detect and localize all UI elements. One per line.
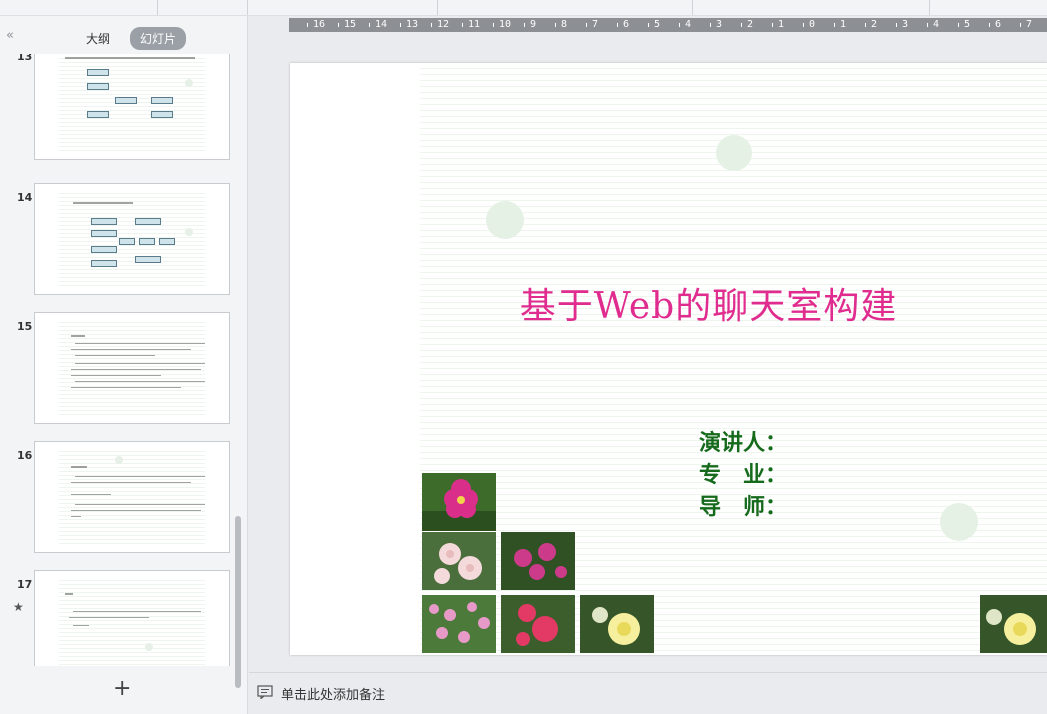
ruler-label: 11 [468, 19, 481, 30]
ruler-tick [338, 23, 339, 27]
toolbar-segment [158, 0, 248, 15]
slide-title[interactable]: 基于Web的聊天室构建 [420, 277, 997, 329]
thumbnail-preview [34, 570, 230, 666]
slide-number: 14 [17, 191, 33, 204]
ruler-tick [307, 23, 308, 27]
ruler-label: 5 [964, 19, 971, 30]
ruler-tick [555, 23, 556, 27]
ruler-label: 15 [344, 19, 357, 30]
view-tabs: 大纲 幻灯片 [76, 27, 187, 50]
ruler-tick [493, 23, 494, 27]
slide-number: 17 [17, 578, 33, 591]
animation-star-icon: ★ [13, 600, 24, 614]
tab-outline[interactable]: 大纲 [76, 27, 120, 50]
ruler-label: 0 [809, 19, 816, 30]
slide-thumbnail-14[interactable]: 14 [0, 183, 244, 301]
ruler-label: 3 [716, 19, 723, 30]
decor-circle [716, 135, 752, 171]
ruler-label: 12 [437, 19, 450, 30]
flower-photo-magenta [501, 532, 575, 590]
tab-slides[interactable]: 幻灯片 [130, 27, 187, 50]
ruler-tick [648, 23, 649, 27]
ruler-label: 4 [685, 19, 692, 30]
speaker-label: 演讲人： [699, 430, 788, 456]
ruler-tick [958, 23, 959, 27]
ruler-label: 2 [747, 19, 754, 30]
thumbnail-preview [34, 183, 230, 295]
slide-number: 16 [17, 449, 33, 462]
ruler-tick [927, 23, 928, 27]
ruler-label: 10 [499, 19, 512, 30]
toolbar-segment [693, 0, 930, 15]
slide-thumbnail-17[interactable]: 17 ★ [0, 570, 244, 666]
advisor-label: 导 师： [699, 494, 788, 520]
horizontal-ruler[interactable]: 16 15 14 13 12 11 10 9 8 7 6 5 4 3 2 1 0 1 2 3 4 5 6 7 [289, 18, 1047, 32]
ruler-label: 5 [654, 19, 661, 30]
ruler-tick [741, 23, 742, 27]
add-slide-button[interactable]: + [113, 678, 131, 700]
flower-photo-pink [422, 473, 496, 531]
ruler-tick [772, 23, 773, 27]
toolbar-segment [248, 0, 438, 15]
ruler-label: 14 [375, 19, 388, 30]
ruler-tick [834, 23, 835, 27]
ruler-label: 2 [871, 19, 878, 30]
ruler-tick [400, 23, 401, 27]
ruler-label: 4 [933, 19, 940, 30]
ruler-tick [710, 23, 711, 27]
ruler-label: 1 [840, 19, 847, 30]
flower-photo-white [422, 532, 496, 590]
ruler-tick [369, 23, 370, 27]
presenter-info[interactable]: 演讲人： 专 业： 导 师： [699, 427, 787, 523]
slide-number: 13 [17, 54, 33, 63]
thumbnail-preview [34, 312, 230, 424]
ruler-label: 7 [1026, 19, 1033, 30]
ruler-label: 1 [778, 19, 785, 30]
slide-thumbnail-16[interactable]: 16 [0, 441, 244, 559]
flower-photo-yellow-right [980, 595, 1047, 653]
ruler-label: 9 [530, 19, 537, 30]
ruler-tick [1020, 23, 1021, 27]
decor-circle [486, 201, 524, 239]
thumbnail-list: 13 14 15 16 17 ★ [0, 54, 244, 666]
ruler-label: 13 [406, 19, 419, 30]
ruler-tick [617, 23, 618, 27]
ruler-tick [462, 23, 463, 27]
ruler-tick [896, 23, 897, 27]
toolbar-segment [438, 0, 693, 15]
ruler-tick [586, 23, 587, 27]
slide-canvas[interactable]: 基于Web的聊天室构建 演讲人： 专 业： 导 师： [290, 63, 1047, 655]
toolbar-segment [0, 0, 158, 15]
flower-photo-bush [422, 595, 496, 653]
flower-photo-yellow [580, 595, 654, 653]
major-label: 专 业： [699, 462, 788, 488]
top-toolbar-strip [0, 0, 1047, 16]
slide-thumbnail-15[interactable]: 15 [0, 312, 244, 430]
slide-number: 15 [17, 320, 33, 333]
flower-photo-red [501, 595, 575, 653]
ruler-tick [989, 23, 990, 27]
ruler-tick [524, 23, 525, 27]
ruler-tick [803, 23, 804, 27]
decor-circle [940, 503, 978, 541]
ruler-label: 6 [995, 19, 1002, 30]
notes-icon [257, 685, 273, 699]
ruler-label: 3 [902, 19, 909, 30]
ruler-tick [431, 23, 432, 27]
notes-placeholder[interactable]: 单击此处添加备注 [281, 684, 385, 703]
ruler-label: 16 [313, 19, 326, 30]
thumbnail-scrollbar[interactable] [235, 516, 241, 688]
ruler-label: 7 [592, 19, 599, 30]
slide-navigation-panel: « 大纲 幻灯片 13 14 15 16 17 ★ + [0, 16, 248, 714]
ruler-label: 6 [623, 19, 630, 30]
ruler-label: 8 [561, 19, 568, 30]
ruler-tick [865, 23, 866, 27]
ruler-tick [679, 23, 680, 27]
slide-thumbnail-13[interactable]: 13 [0, 54, 244, 166]
thumbnail-preview [34, 441, 230, 553]
thumbnail-preview [34, 54, 230, 160]
collapse-panel-icon[interactable]: « [6, 28, 14, 43]
notes-bar[interactable]: 单击此处添加备注 [249, 672, 1047, 714]
